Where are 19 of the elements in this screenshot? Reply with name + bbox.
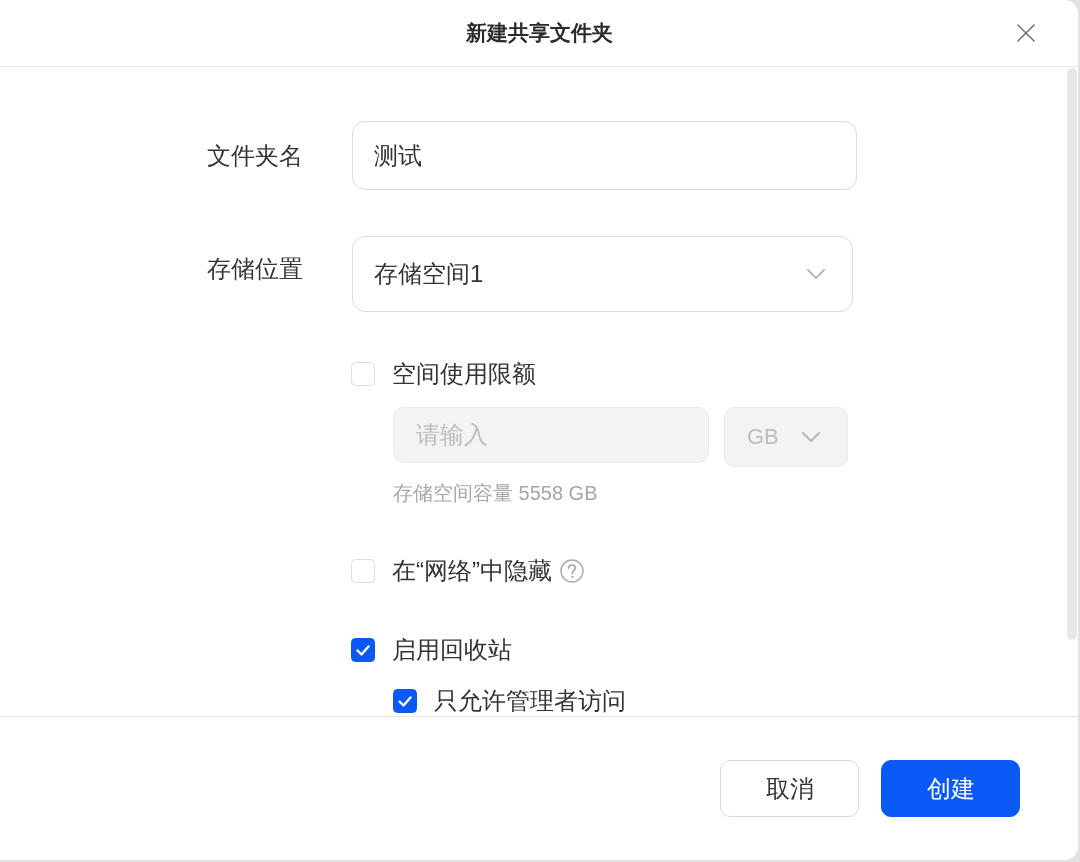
- checkbox[interactable]: [351, 638, 375, 662]
- dialog-title: 新建共享文件夹: [465, 20, 613, 46]
- folder-name-input[interactable]: 测试: [352, 121, 857, 190]
- checkbox-label: 只允许管理者访问: [434, 689, 626, 713]
- close-icon[interactable]: [1017, 24, 1035, 42]
- field-label: 文件夹名: [207, 143, 303, 168]
- capacity-hint: 存储空间容量 5558 GB: [393, 483, 598, 503]
- location-select[interactable]: 存储空间1: [352, 236, 853, 312]
- checkbox-label: 空间使用限额: [392, 362, 536, 386]
- checkbox[interactable]: [393, 689, 417, 713]
- scrollbar-thumb[interactable]: [1067, 68, 1077, 640]
- chevron-down-icon: [802, 432, 820, 442]
- create-button[interactable]: 创建: [881, 760, 1020, 817]
- field-label: 存储位置: [207, 257, 303, 281]
- checkbox-label: 在“网络”中隐藏: [392, 559, 552, 583]
- chevron-down-icon: [807, 269, 825, 279]
- help-icon[interactable]: [560, 559, 584, 583]
- cancel-button[interactable]: 取消: [720, 760, 859, 817]
- checkbox-label: 启用回收站: [392, 638, 512, 662]
